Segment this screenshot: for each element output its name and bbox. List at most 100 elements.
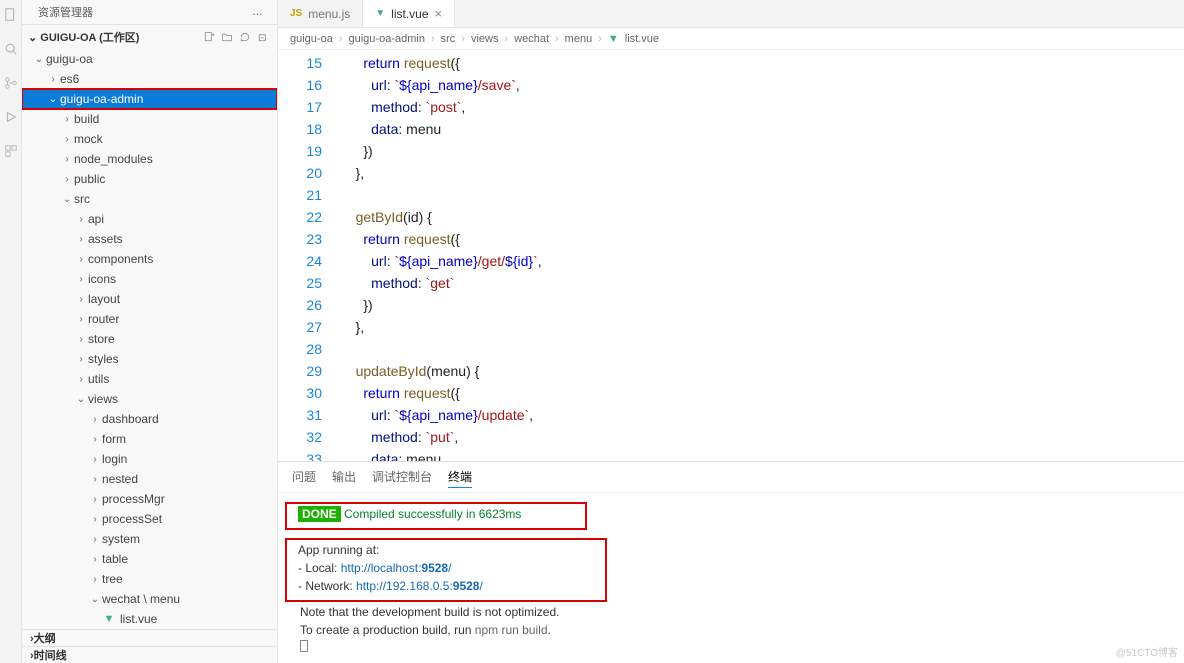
activity-debug-icon[interactable] — [4, 110, 18, 124]
build-note-2: To create a production build, run npm ru… — [278, 621, 1184, 639]
tree-folder[interactable]: ›layout — [22, 289, 277, 309]
tab-terminal[interactable]: 终端 — [448, 468, 472, 488]
breadcrumb-item[interactable]: src — [441, 33, 456, 45]
tree-folder[interactable]: ›public — [22, 169, 277, 189]
local-url-link[interactable]: http://localhost:9528/ — [341, 561, 452, 575]
tree-folder[interactable]: ›utils — [22, 369, 277, 389]
tree-folder[interactable]: ›api — [22, 209, 277, 229]
chevron-down-icon: ⌄ — [28, 32, 37, 44]
tab-list-vue[interactable]: ▼ list.vue × — [363, 0, 455, 27]
chevron-right-icon: › — [74, 234, 88, 245]
tree-folder[interactable]: ›processMgr — [22, 489, 277, 509]
close-icon[interactable]: × — [435, 6, 443, 21]
refresh-icon[interactable] — [239, 31, 251, 43]
breadcrumb-item[interactable]: menu — [565, 33, 593, 45]
tree-folder[interactable]: ›styles — [22, 349, 277, 369]
activity-explorer-icon[interactable] — [4, 8, 18, 22]
tree-label: form — [102, 432, 126, 446]
tab-problems[interactable]: 问题 — [292, 468, 316, 488]
tree-folder[interactable]: ›dashboard — [22, 409, 277, 429]
chevron-right-icon: › — [88, 514, 102, 525]
js-file-icon: JS — [290, 8, 302, 19]
tab-label: list.vue — [391, 7, 428, 21]
tree-folder[interactable]: ⌄guigu-oa — [22, 49, 277, 69]
breadcrumb-item[interactable]: guigu-oa — [290, 33, 333, 45]
tab-label: menu.js — [308, 7, 350, 21]
compile-message: Compiled successfully in 6623ms — [344, 507, 521, 521]
tree-folder[interactable]: ›form — [22, 429, 277, 449]
tree-label: components — [88, 252, 153, 266]
breadcrumb-item[interactable]: views — [471, 33, 499, 45]
activity-search-icon[interactable] — [4, 42, 18, 56]
tree-folder[interactable]: ›tree — [22, 569, 277, 589]
chevron-down-icon: ⌄ — [32, 54, 46, 65]
tree-folder[interactable]: ›store — [22, 329, 277, 349]
tree-folder[interactable]: ›router — [22, 309, 277, 329]
activity-scm-icon[interactable] — [4, 76, 18, 90]
tab-output[interactable]: 输出 — [332, 468, 356, 488]
outline-section[interactable]: ›大纲 — [22, 629, 277, 646]
tree-folder-selected[interactable]: ⌄guigu-oa-admin — [22, 89, 277, 109]
tree-label: guigu-oa — [46, 52, 93, 66]
tree-folder[interactable]: ›processSet — [22, 509, 277, 529]
chevron-right-icon: › — [74, 294, 88, 305]
code-editor[interactable]: 1516171819202122232425262728293031323334… — [278, 50, 1184, 461]
tree-label: mock — [74, 132, 103, 146]
breadcrumb-item[interactable]: guigu-oa-admin — [349, 33, 425, 45]
tab-menu-js[interactable]: JS menu.js — [278, 0, 363, 27]
chevron-right-icon: › — [74, 214, 88, 225]
tree-label: guigu-oa-admin — [60, 92, 143, 106]
tree-folder[interactable]: ⌄src — [22, 189, 277, 209]
activity-bar — [0, 0, 22, 663]
breadcrumb-item[interactable]: wechat — [514, 33, 549, 45]
tree-file[interactable]: ▼list.vue — [22, 609, 277, 629]
network-url-line: - Network: http://192.168.0.5:9528/ — [298, 577, 596, 595]
chevron-right-icon: › — [60, 134, 74, 145]
editor-area: JS menu.js ▼ list.vue × guigu-oa› guigu-oa-… — [278, 0, 1184, 663]
new-file-icon[interactable] — [203, 31, 215, 43]
tree-folder[interactable]: ›node_modules — [22, 149, 277, 169]
explorer-more-icon[interactable]: … — [252, 6, 265, 18]
vue-file-icon: ▼ — [102, 612, 116, 626]
tree-label: api — [88, 212, 104, 226]
timeline-section[interactable]: ›时间线 — [22, 646, 277, 663]
chevron-down-icon: ⌄ — [74, 394, 88, 405]
tree-folder[interactable]: ›login — [22, 449, 277, 469]
code-content[interactable]: return request({ url: `${api_name}/save`… — [340, 50, 1184, 461]
tab-debug-console[interactable]: 调试控制台 — [372, 468, 432, 488]
tree-folder[interactable]: ›mock — [22, 129, 277, 149]
breadcrumb[interactable]: guigu-oa› guigu-oa-admin› src› views› we… — [278, 28, 1184, 50]
tree-folder[interactable]: ›components — [22, 249, 277, 269]
collapse-all-icon[interactable] — [257, 31, 269, 43]
outline-label: 大纲 — [34, 633, 56, 645]
tree-label: system — [102, 532, 140, 546]
tree-folder[interactable]: ⌄views — [22, 389, 277, 409]
network-url-link[interactable]: http://192.168.0.5:9528/ — [356, 579, 483, 593]
vue-file-icon: ▼ — [375, 8, 385, 19]
tree-folder[interactable]: ⌄wechat \ menu — [22, 589, 277, 609]
tree-folder[interactable]: ›build — [22, 109, 277, 129]
tree-label: tree — [102, 572, 123, 586]
workspace-label: GUIGU-OA (工作区) — [40, 32, 139, 44]
bottom-panel: 问题 输出 调试控制台 终端 DONE Compiled successfull… — [278, 461, 1184, 663]
new-folder-icon[interactable] — [221, 31, 233, 43]
tree-folder[interactable]: ›icons — [22, 269, 277, 289]
tree-label: public — [74, 172, 105, 186]
tree-label: build — [74, 112, 99, 126]
panel-tabs: 问题 输出 调试控制台 终端 — [278, 462, 1184, 493]
breadcrumb-item[interactable]: list.vue — [625, 33, 659, 45]
tree-folder[interactable]: ›es6 — [22, 69, 277, 89]
tree-folder[interactable]: ›assets — [22, 229, 277, 249]
terminal-output[interactable]: DONE Compiled successfully in 6623ms App… — [278, 493, 1184, 663]
tree-label: wechat \ menu — [102, 592, 180, 606]
tree-folder[interactable]: ›nested — [22, 469, 277, 489]
tree-label: src — [74, 192, 90, 206]
chevron-right-icon: › — [74, 374, 88, 385]
tree-folder[interactable]: ›system — [22, 529, 277, 549]
workspace-header[interactable]: ⌄ GUIGU-OA (工作区) — [22, 24, 277, 49]
tree-label: processMgr — [102, 492, 165, 506]
activity-extensions-icon[interactable] — [4, 144, 18, 158]
local-url-line: - Local: http://localhost:9528/ — [298, 559, 596, 577]
tree-folder[interactable]: ›table — [22, 549, 277, 569]
tree-label: utils — [88, 372, 109, 386]
